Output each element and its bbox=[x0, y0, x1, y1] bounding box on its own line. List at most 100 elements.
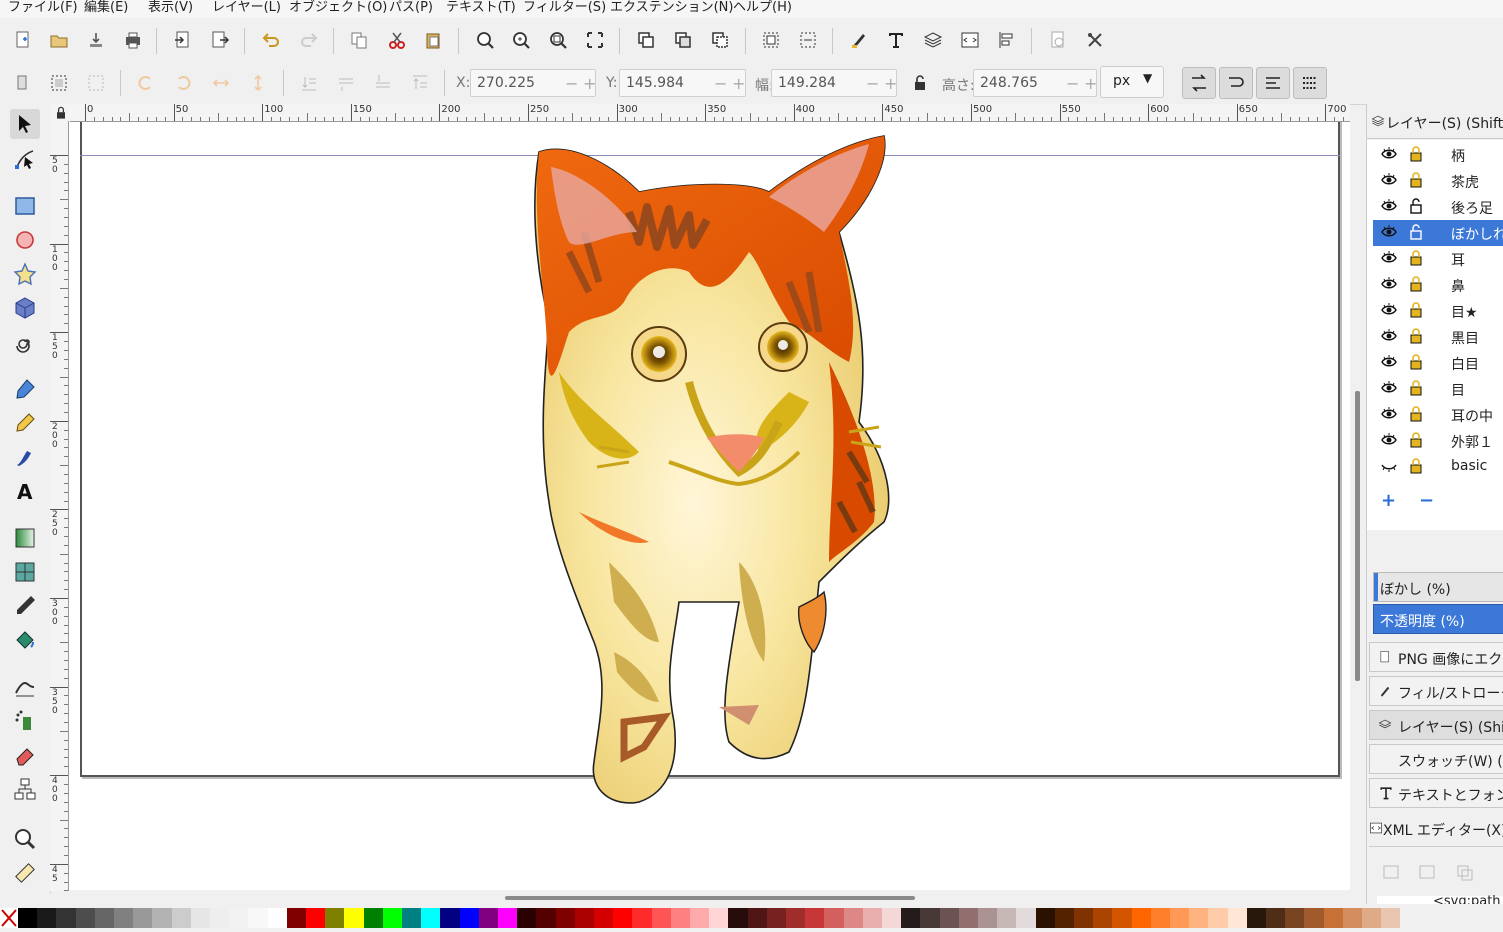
dock-tab-xml-editor[interactable]: XML エディター(X) (S bbox=[1367, 814, 1503, 844]
select-all-icon[interactable] bbox=[10, 70, 36, 96]
open-folder-icon[interactable] bbox=[46, 27, 72, 53]
color-swatch[interactable] bbox=[75, 908, 95, 928]
color-swatch[interactable] bbox=[1227, 908, 1247, 928]
3d-box-tool-icon[interactable] bbox=[10, 293, 40, 323]
color-swatch[interactable] bbox=[939, 908, 959, 928]
pencil-tool-icon[interactable] bbox=[10, 408, 40, 438]
transform-pattern-icon[interactable] bbox=[1293, 67, 1327, 99]
color-swatch[interactable] bbox=[1016, 908, 1036, 928]
color-swatch[interactable] bbox=[862, 908, 882, 928]
eye-open-icon[interactable] bbox=[1381, 199, 1397, 217]
menu-object[interactable]: オブジェクト(O) bbox=[289, 0, 387, 18]
clone-icon[interactable] bbox=[670, 27, 696, 53]
v-scroll-thumb[interactable] bbox=[1355, 391, 1360, 681]
unlock-icon[interactable] bbox=[1409, 224, 1423, 244]
y-field[interactable]: 145.984 − + bbox=[619, 69, 746, 97]
color-swatch[interactable] bbox=[190, 908, 210, 928]
unlink-clone-icon[interactable] bbox=[707, 27, 733, 53]
color-swatch[interactable] bbox=[920, 908, 940, 928]
height-field[interactable]: 248.765 − + bbox=[973, 69, 1097, 97]
color-swatch[interactable] bbox=[18, 908, 38, 928]
h-scroll-thumb[interactable] bbox=[505, 896, 915, 900]
x-increment-icon[interactable]: + bbox=[583, 74, 596, 93]
dock-tab-png-export[interactable]: PNG 画像にエクス bbox=[1369, 642, 1503, 672]
color-swatch[interactable] bbox=[574, 908, 594, 928]
eye-open-icon[interactable] bbox=[1381, 329, 1397, 347]
color-swatch[interactable] bbox=[402, 908, 422, 928]
color-swatch[interactable] bbox=[1323, 908, 1343, 928]
eye-open-icon[interactable] bbox=[1381, 381, 1397, 399]
lock-icon[interactable] bbox=[1409, 432, 1423, 452]
color-swatch[interactable] bbox=[171, 908, 191, 928]
color-swatch[interactable] bbox=[363, 908, 383, 928]
color-swatch[interactable] bbox=[958, 908, 978, 928]
layer-row[interactable]: 鼻 bbox=[1373, 272, 1503, 298]
text-tool-icon[interactable]: A bbox=[10, 476, 40, 506]
color-swatch[interactable] bbox=[56, 908, 76, 928]
color-swatch[interactable] bbox=[786, 908, 806, 928]
x-decrement-icon[interactable]: − bbox=[565, 74, 578, 93]
menu-text[interactable]: テキスト(T) bbox=[446, 0, 516, 18]
flip-horizontal-icon[interactable] bbox=[208, 70, 234, 96]
color-swatch[interactable] bbox=[267, 908, 287, 928]
layer-row[interactable]: 黒目 bbox=[1373, 324, 1503, 350]
rotate-ccw-icon[interactable] bbox=[133, 70, 159, 96]
document-properties-icon[interactable] bbox=[1045, 27, 1071, 53]
remove-layer-icon[interactable]: − bbox=[1419, 490, 1434, 511]
flip-vertical-icon[interactable] bbox=[245, 70, 271, 96]
measure-tool-icon[interactable] bbox=[10, 858, 40, 888]
color-swatch[interactable] bbox=[1035, 908, 1055, 928]
color-swatch[interactable] bbox=[440, 908, 460, 928]
menu-layer[interactable]: レイヤー(L) bbox=[212, 0, 281, 18]
menu-filters[interactable]: フィルター(S) bbox=[523, 0, 606, 18]
eye-open-icon[interactable] bbox=[1381, 251, 1397, 269]
color-swatch[interactable] bbox=[882, 908, 902, 928]
layer-row[interactable]: 外郭１ bbox=[1373, 428, 1503, 454]
lock-icon[interactable] bbox=[1409, 328, 1423, 348]
lock-icon[interactable] bbox=[1409, 146, 1423, 166]
layer-row[interactable]: 柄 bbox=[1373, 142, 1503, 168]
selector-tool-icon[interactable] bbox=[10, 109, 40, 139]
width-increment-icon[interactable]: + bbox=[884, 74, 897, 93]
align-distribute-icon[interactable] bbox=[994, 27, 1020, 53]
y-decrement-icon[interactable]: − bbox=[714, 74, 727, 93]
lock-icon[interactable] bbox=[1409, 380, 1423, 400]
dock-tab-layers[interactable]: レイヤー(S) (Shift+ bbox=[1369, 710, 1503, 740]
lock-guides-icon[interactable] bbox=[50, 104, 70, 121]
eye-open-icon[interactable] bbox=[1381, 225, 1397, 243]
color-swatch[interactable] bbox=[690, 908, 710, 928]
fill-stroke-icon[interactable] bbox=[846, 27, 872, 53]
preferences-icon[interactable] bbox=[1082, 27, 1108, 53]
menu-extensions[interactable]: エクステンション(N) bbox=[610, 0, 733, 18]
color-swatch[interactable] bbox=[555, 908, 575, 928]
lock-icon[interactable] bbox=[1409, 250, 1423, 270]
color-swatch[interactable] bbox=[613, 908, 633, 928]
rectangle-tool-icon[interactable] bbox=[10, 191, 40, 221]
color-swatch[interactable] bbox=[133, 908, 153, 928]
canvas[interactable] bbox=[69, 122, 1350, 890]
color-swatch[interactable] bbox=[229, 908, 249, 928]
mesh-tool-icon[interactable] bbox=[10, 557, 40, 587]
menu-file[interactable]: ファイル(F) bbox=[8, 0, 78, 18]
color-swatch[interactable] bbox=[1150, 908, 1170, 928]
lock-icon[interactable] bbox=[1409, 276, 1423, 296]
color-swatch[interactable] bbox=[1170, 908, 1190, 928]
color-swatch[interactable] bbox=[1112, 908, 1132, 928]
xml-node-tree[interactable]: <svg:path i bbox=[1377, 894, 1503, 904]
layer-row[interactable]: basic bbox=[1373, 454, 1503, 480]
color-swatch[interactable] bbox=[1131, 908, 1151, 928]
color-swatch[interactable] bbox=[728, 908, 748, 928]
zoom-drawing-icon[interactable] bbox=[508, 27, 534, 53]
connector-tool-icon[interactable] bbox=[10, 774, 40, 804]
layer-row[interactable]: 白目 bbox=[1373, 350, 1503, 376]
eye-closed-icon[interactable] bbox=[1381, 459, 1397, 477]
copy-icon[interactable] bbox=[346, 27, 372, 53]
color-swatch[interactable] bbox=[1246, 908, 1266, 928]
duplicate-node-icon[interactable] bbox=[1453, 859, 1479, 885]
transform-corners-icon[interactable] bbox=[1219, 67, 1253, 99]
zoom-selection-icon[interactable] bbox=[472, 27, 498, 53]
color-swatch[interactable] bbox=[632, 908, 652, 928]
color-swatch[interactable] bbox=[651, 908, 671, 928]
eye-open-icon[interactable] bbox=[1381, 433, 1397, 451]
save-icon[interactable] bbox=[83, 27, 109, 53]
